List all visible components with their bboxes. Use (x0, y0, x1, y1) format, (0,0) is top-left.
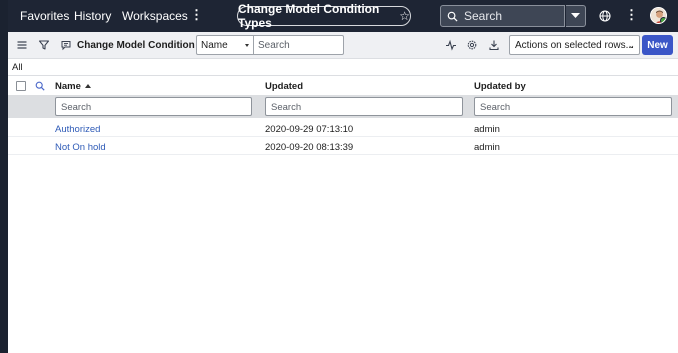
column-header-updated[interactable]: Updated (265, 81, 303, 92)
record-updated: 2020-09-20 08:13:39 (265, 142, 354, 153)
list-toolbar: Change Model Condition Types Name Search… (8, 32, 678, 59)
column-header-updated-by[interactable]: Updated by (474, 81, 526, 92)
actions-select-label: Actions on selected rows... (515, 40, 634, 51)
search-scope-dropdown[interactable] (566, 5, 586, 27)
nav-more-icon[interactable]: ⋮ (190, 7, 203, 23)
list-search-input[interactable]: Search (254, 35, 344, 55)
column-header-name[interactable]: Name (55, 81, 91, 92)
caret-down-icon (571, 13, 580, 18)
top-header: Favorites History Workspaces ⋮ Change Mo… (8, 0, 678, 32)
table-row: Not On hold 2020-09-20 08:13:39 admin (8, 137, 678, 155)
nav-history[interactable]: History (74, 9, 111, 23)
user-avatar[interactable] (650, 7, 667, 24)
table-row: Authorized 2020-09-29 07:13:10 admin (8, 119, 678, 137)
breadcrumb-all[interactable]: All (12, 62, 23, 73)
caret-down-icon (245, 44, 249, 47)
column-header-name-label: Name (55, 81, 81, 92)
record-updated-by: admin (474, 124, 500, 135)
new-record-button[interactable]: New (642, 35, 673, 55)
nav-workspaces[interactable]: Workspaces (122, 9, 188, 23)
favorite-star-icon[interactable]: ☆ (399, 9, 410, 23)
filter-icon[interactable] (38, 39, 50, 51)
hamburger-menu-icon[interactable] (16, 39, 28, 51)
presence-status-dot (660, 17, 666, 23)
list-search-placeholder: Search (258, 40, 290, 51)
column-search-row: Search Search Search (8, 95, 678, 118)
updated-search-input[interactable]: Search (265, 97, 463, 116)
updated-search-placeholder: Search (271, 102, 302, 113)
global-search-placeholder: Search (464, 9, 503, 23)
search-icon (447, 11, 458, 22)
search-field-select-value: Name (201, 40, 228, 51)
left-edge-bar (0, 0, 8, 353)
download-icon[interactable] (488, 39, 500, 51)
nav-favorites[interactable]: Favorites (20, 9, 69, 23)
column-search-toggle-icon[interactable] (35, 81, 45, 91)
actions-on-selected-rows-select[interactable]: Actions on selected rows... ⌄ (509, 35, 640, 55)
gear-icon[interactable] (466, 39, 478, 51)
page-title: Change Model Condition Types (238, 2, 380, 30)
search-field-select[interactable]: Name (196, 35, 254, 55)
record-updated-by: admin (474, 142, 500, 153)
updated-by-search-placeholder: Search (480, 102, 511, 113)
globe-icon[interactable] (599, 10, 611, 22)
updated-by-search-input[interactable]: Search (474, 97, 672, 116)
more-options-icon[interactable]: ⋮ (625, 7, 638, 23)
record-name-link[interactable]: Not On hold (55, 142, 106, 153)
name-search-input[interactable]: Search (55, 97, 252, 116)
table-header-row: Name Updated Updated by (8, 76, 678, 95)
chevron-down-icon: ⌄ (627, 40, 635, 50)
record-name-link[interactable]: Authorized (55, 124, 100, 135)
select-all-checkbox[interactable] (16, 81, 26, 91)
chat-bubble-icon[interactable] (60, 39, 72, 51)
name-search-placeholder: Search (61, 102, 92, 113)
page-title-pill[interactable]: Change Model Condition Types ☆ (237, 2, 411, 30)
global-search-input[interactable]: Search (440, 5, 565, 27)
record-updated: 2020-09-29 07:13:10 (265, 124, 354, 135)
sort-ascending-icon (84, 84, 91, 88)
activity-pulse-icon[interactable] (445, 39, 457, 51)
